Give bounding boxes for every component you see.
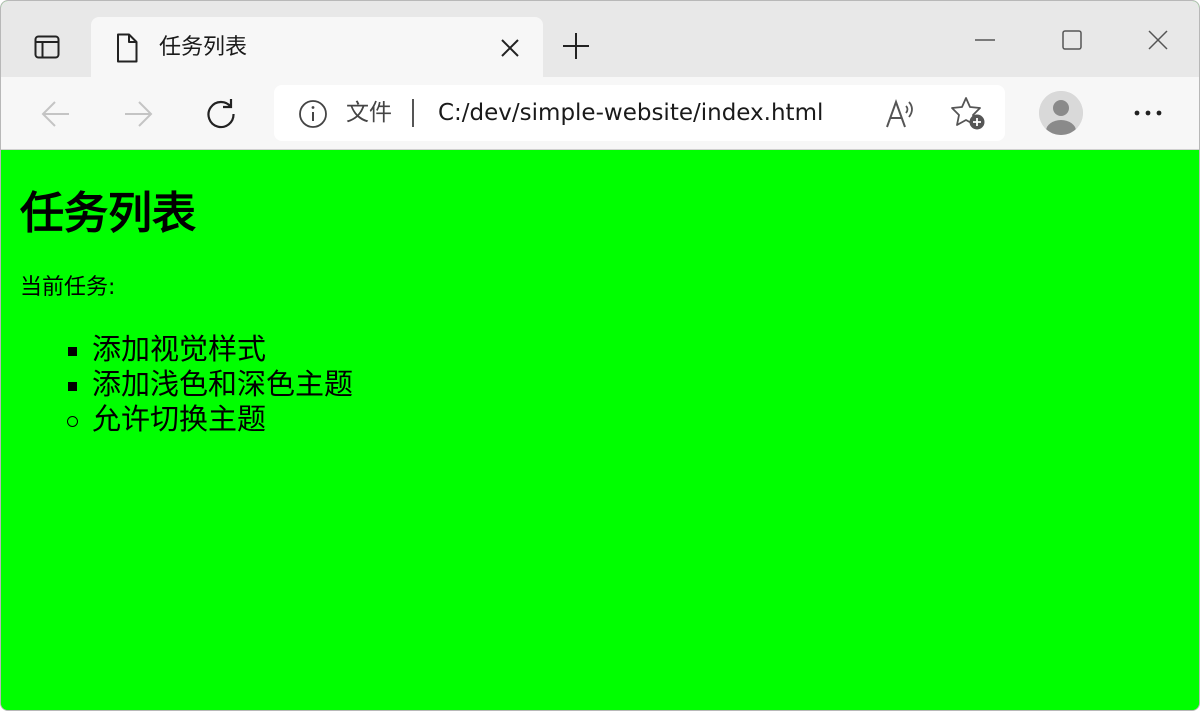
page-icon: [117, 33, 138, 63]
task-text: 允许切换主题: [92, 402, 267, 436]
browser-window: 任务列表 文件 C:/dev/simple-website/index.html…: [0, 0, 1200, 711]
square-bullet-icon: [68, 382, 77, 391]
info-icon[interactable]: [298, 99, 328, 129]
add-favorite-icon[interactable]: [950, 95, 986, 131]
tab-actions-button[interactable]: [19, 25, 75, 69]
read-aloud-icon[interactable]: [884, 97, 918, 131]
active-tab[interactable]: 任务列表: [91, 17, 543, 78]
forward-arrow-icon[interactable]: [121, 97, 155, 131]
address-toolbar: 文件 C:/dev/simple-website/index.html: [1, 77, 1199, 150]
square-bullet-icon: [68, 347, 77, 356]
address-scheme-label: 文件: [346, 100, 392, 126]
page-content: 任务列表 当前任务: 添加视觉样式 添加浅色和深色主题 允许切换主题: [1, 150, 1199, 710]
close-window-icon[interactable]: [1143, 25, 1173, 55]
current-tasks-label: 当前任务:: [20, 275, 116, 300]
avatar-icon: [1039, 91, 1083, 135]
maximize-icon[interactable]: [1057, 25, 1087, 55]
close-tab-icon[interactable]: [499, 37, 521, 59]
tab-bar: 任务列表: [1, 1, 1199, 78]
tab-title: 任务列表: [159, 35, 248, 60]
task-item: 允许切换主题: [1, 402, 353, 437]
address-bar[interactable]: 文件 C:/dev/simple-website/index.html: [274, 85, 1005, 141]
profile-avatar[interactable]: [1039, 91, 1083, 135]
more-icon[interactable]: [1131, 101, 1165, 125]
task-item: 添加浅色和深色主题: [1, 367, 353, 402]
url-text[interactable]: C:/dev/simple-website/index.html: [438, 99, 823, 127]
back-arrow-icon[interactable]: [39, 97, 73, 131]
task-list: 添加视觉样式 添加浅色和深色主题 允许切换主题: [1, 332, 353, 437]
refresh-icon[interactable]: [204, 97, 238, 131]
task-text: 添加浅色和深色主题: [92, 367, 354, 401]
address-separator: [412, 99, 414, 127]
task-item: 添加视觉样式: [1, 332, 353, 367]
task-text: 添加视觉样式: [92, 332, 267, 366]
circle-bullet-icon: [67, 416, 78, 427]
page-heading: 任务列表: [20, 188, 196, 239]
tab-actions-icon: [34, 35, 60, 59]
minimize-icon[interactable]: [970, 25, 1000, 55]
new-tab-plus-icon[interactable]: [561, 31, 591, 61]
